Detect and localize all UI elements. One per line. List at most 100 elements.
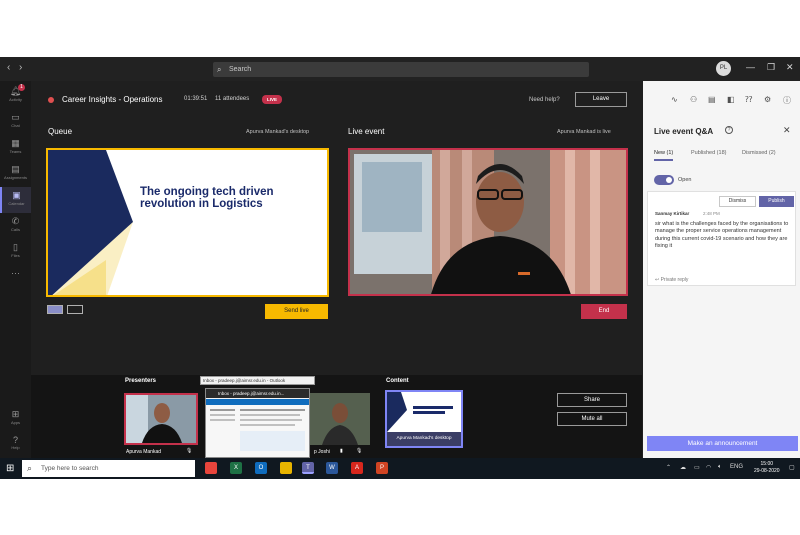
search-icon: ⌕ xyxy=(27,463,33,473)
open-label: Open xyxy=(678,177,692,183)
mute-all-button[interactable]: Mute all xyxy=(557,412,627,426)
leave-button[interactable]: Leave xyxy=(575,92,627,107)
chrome-icon[interactable] xyxy=(205,462,217,474)
windows-start-icon[interactable]: ⊞ xyxy=(6,463,14,474)
publish-button[interactable]: Publish xyxy=(759,196,794,207)
presenter-2-name: p Joshi xyxy=(314,449,330,455)
powerpoint-icon[interactable]: P xyxy=(376,462,388,474)
live-video xyxy=(348,148,628,296)
battery-icon: ▭ xyxy=(694,465,700,471)
people-icon[interactable]: ⚇ xyxy=(690,95,697,104)
close-window-icon[interactable]: ✕ xyxy=(786,62,794,73)
presenter-1-name: Apurva Mankad xyxy=(126,449,162,455)
forward-arrow-icon[interactable]: › xyxy=(19,62,22,73)
qa-icon[interactable]: ⁇ xyxy=(745,95,752,104)
help-icon: ? xyxy=(12,435,18,445)
rail-label: Help xyxy=(11,445,20,450)
close-icon[interactable]: ✕ xyxy=(783,125,791,136)
tab-published[interactable]: Published (18) xyxy=(691,150,726,156)
private-reply-link[interactable]: ↩ Private reply xyxy=(655,277,688,283)
tab-new[interactable]: New (1) xyxy=(654,150,674,161)
make-announcement-button[interactable]: Make an announcement xyxy=(647,436,798,451)
title-bar: ‹ › ⌕ Search PL — ❐ ✕ xyxy=(0,57,800,81)
thumbnail-content xyxy=(206,399,309,457)
end-event-button[interactable]: End xyxy=(581,304,627,319)
presenter-tile-2[interactable] xyxy=(308,393,370,445)
bell-icon: 🔔︎ xyxy=(9,86,22,96)
rail-label: Calls xyxy=(11,227,20,232)
open-toggle[interactable] xyxy=(654,175,674,185)
rail-item-activity[interactable]: 🔔︎ 1 Activity xyxy=(0,83,31,109)
files-icon: ▯ xyxy=(13,242,18,252)
minimize-icon[interactable]: — xyxy=(746,62,755,72)
restore-icon[interactable]: ❐ xyxy=(767,62,775,73)
queue-source: Apurva Mankad's desktop xyxy=(246,129,310,135)
content-thumbnail xyxy=(387,392,461,432)
tray-chevron-icon[interactable]: ⌃ xyxy=(666,464,671,471)
rail-label: Activity xyxy=(9,97,22,102)
mic-icon: 🎙︎ xyxy=(186,448,193,454)
rail-item-files[interactable]: ▯ Files xyxy=(0,239,31,265)
layout-single-icon[interactable] xyxy=(47,305,63,314)
rail-item-calendar[interactable]: ▣ Calendar xyxy=(0,187,31,213)
notes-icon[interactable]: ▤ xyxy=(708,95,716,104)
settings-icon[interactable]: ⚙ xyxy=(764,95,771,104)
presenters-label: Presenters xyxy=(125,378,157,384)
windows-taskbar: ⊞ ⌕ Type here to search X O T W A P ⌃ ☁ … xyxy=(0,458,800,479)
content-tile[interactable]: Apurva Mankad's desktop xyxy=(385,390,463,448)
content-label: Content xyxy=(386,378,409,384)
info-icon[interactable]: ⓘ xyxy=(783,95,791,106)
rail-item-apps[interactable]: ⊞ Apps xyxy=(0,406,31,432)
cloud-icon: ☁ xyxy=(680,465,686,471)
share-button[interactable]: Share xyxy=(557,393,627,407)
chat-bubble-icon[interactable]: ◧ xyxy=(727,95,735,104)
outlook-thumbnail[interactable]: Inbox - pradeep.j@aimsr.edu.in... xyxy=(205,388,310,458)
live-status: Apurva Mankad is live xyxy=(557,129,611,135)
excel-icon[interactable]: X xyxy=(230,462,242,474)
presenter-video xyxy=(350,150,626,294)
dismiss-button[interactable]: Dismiss xyxy=(719,196,756,207)
question-time: 2:48 PM xyxy=(703,211,720,216)
rail-item-assignments[interactable]: ▤ Assignments xyxy=(0,161,31,187)
rail-label: Teams xyxy=(9,149,22,154)
outlook-icon[interactable]: O xyxy=(255,462,267,474)
avatar[interactable]: PL xyxy=(716,61,731,76)
rail-item-help[interactable]: ? Help xyxy=(0,432,31,458)
event-timer: 01:39:51 xyxy=(184,96,208,102)
wifi-icon: ◠ xyxy=(706,465,712,471)
qa-panel: ∿ ⚇ ▤ ◧ ⁇ ⚙ ⓘ Live event Q&A ? ✕ New (1)… xyxy=(643,81,800,458)
question-card: Dismiss Publish Sanmay Kirtikar 2:48 PM … xyxy=(647,191,796,286)
search-input[interactable]: ⌕ Search xyxy=(213,62,589,77)
tab-dismissed[interactable]: Dismissed (2) xyxy=(742,150,776,156)
apps-icon: ⊞ xyxy=(11,409,20,419)
thumbnail-title: Inbox - pradeep.j@aimsr.edu.in... xyxy=(206,389,309,398)
presenter-tile-1[interactable] xyxy=(124,393,198,445)
explorer-icon[interactable] xyxy=(280,462,292,474)
rail-item-chat[interactable]: ▭ Chat xyxy=(0,109,31,135)
rail-item-calls[interactable]: ✆ Calls xyxy=(0,213,31,239)
notifications-icon[interactable]: ▢ xyxy=(789,464,795,471)
clock-date: 29-08-2020 xyxy=(754,468,780,474)
acrobat-icon[interactable]: A xyxy=(351,462,363,474)
send-live-button[interactable]: Send live xyxy=(265,304,328,319)
notification-badge: 1 xyxy=(18,84,25,91)
pulse-icon[interactable]: ∿ xyxy=(671,95,678,104)
word-icon[interactable]: W xyxy=(326,462,338,474)
back-arrow-icon[interactable]: ‹ xyxy=(7,62,10,73)
taskbar-search-input[interactable]: ⌕ Type here to search xyxy=(22,460,195,477)
teams-taskbar-icon[interactable]: T xyxy=(302,462,314,474)
attendee-count: 11 attendees xyxy=(215,96,250,102)
rail-label: Files xyxy=(11,253,20,258)
layout-side-by-side-icon[interactable] xyxy=(67,305,83,314)
slide-graphic xyxy=(48,150,133,295)
rail-label: Assignments xyxy=(4,175,27,180)
more-icon: ··· xyxy=(11,268,20,278)
help-icon[interactable]: ? xyxy=(725,126,733,134)
need-help-link[interactable]: Need help? xyxy=(529,97,560,103)
queue-preview[interactable]: The ongoing tech driven revolution in Lo… xyxy=(46,148,329,297)
rail-item-more[interactable]: ··· xyxy=(0,265,31,291)
language-indicator[interactable]: ENG xyxy=(730,464,743,470)
rail-item-teams[interactable]: ▦ Teams xyxy=(0,135,31,161)
qa-title: Live event Q&A xyxy=(654,127,714,136)
taskbar-clock[interactable]: 15:00 29-08-2020 xyxy=(754,461,780,475)
